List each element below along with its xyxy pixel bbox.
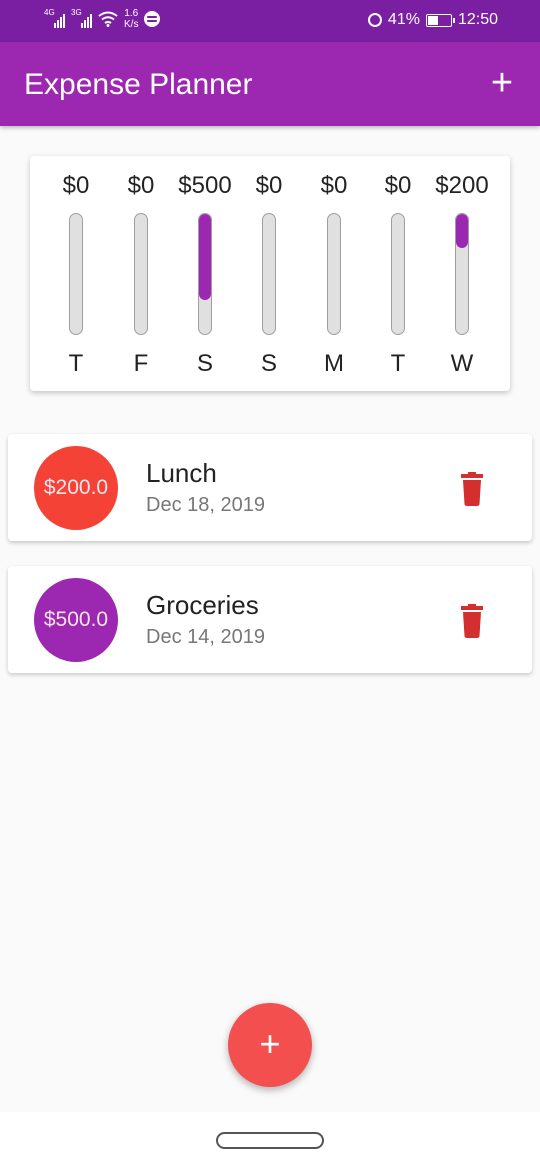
bar-fill (456, 214, 468, 249)
transaction-amount-avatar: $200.0 (34, 446, 118, 530)
transaction-date: Dec 14, 2019 (146, 626, 265, 648)
bar-fill (199, 214, 211, 300)
transaction-card[interactable]: $500.0 Groceries Dec 14, 2019 (8, 566, 532, 673)
status-bar: 4G 3G 1.6 K/s 41% 12:50 (0, 0, 540, 42)
transaction-title: Lunch (146, 458, 217, 488)
network-type-label: 3G (71, 8, 82, 17)
bar-track (69, 213, 83, 335)
bar-track (391, 213, 405, 335)
network-speed-unit: K/s (124, 19, 139, 30)
app-title: Expense Planner (24, 68, 253, 101)
network-type-label: 4G (44, 8, 55, 17)
bar-track (327, 213, 341, 335)
battery-icon (425, 13, 455, 27)
add-transaction-button[interactable]: + (482, 64, 522, 104)
bar-day-label: W (450, 350, 474, 377)
network-speed: 1.6 K/s (124, 8, 138, 30)
status-right: 41% 12:50 (367, 11, 498, 29)
bar-track (262, 213, 276, 335)
alarm-icon (367, 13, 382, 27)
home-gesture-bar[interactable] (216, 1132, 324, 1149)
bar-track (455, 213, 469, 335)
transaction-card[interactable]: $200.0 Lunch Dec 18, 2019 (8, 434, 532, 541)
chart-bar-column: $200 W (422, 170, 502, 380)
bar-amount: $200 (435, 172, 489, 199)
trash-icon (461, 472, 483, 506)
spotify-icon (144, 11, 161, 27)
clock: 12:50 (457, 11, 498, 28)
status-left: 4G 3G 1.6 K/s (44, 8, 161, 30)
transaction-title: Groceries (146, 590, 259, 620)
signal-icon: 4G (44, 8, 65, 28)
delete-button[interactable] (456, 472, 488, 506)
delete-button[interactable] (456, 604, 488, 638)
app-bar: Expense Planner + (0, 42, 540, 126)
network-speed-value: 1.6 (124, 8, 139, 19)
transaction-amount-avatar: $500.0 (34, 578, 118, 662)
wifi-icon (98, 11, 118, 27)
bar-track (198, 213, 212, 335)
system-navigation-bar (0, 1112, 540, 1170)
transaction-date: Dec 18, 2019 (146, 494, 265, 516)
trash-icon (461, 604, 483, 638)
floating-add-button[interactable]: + (228, 1003, 312, 1087)
weekly-chart-card: $0 T $0 F $500 S $0 S $0 M $0 T $200 W (30, 156, 510, 391)
signal-icon: 3G (71, 8, 92, 28)
battery-percent: 41% (387, 11, 420, 28)
bar-track (134, 213, 148, 335)
